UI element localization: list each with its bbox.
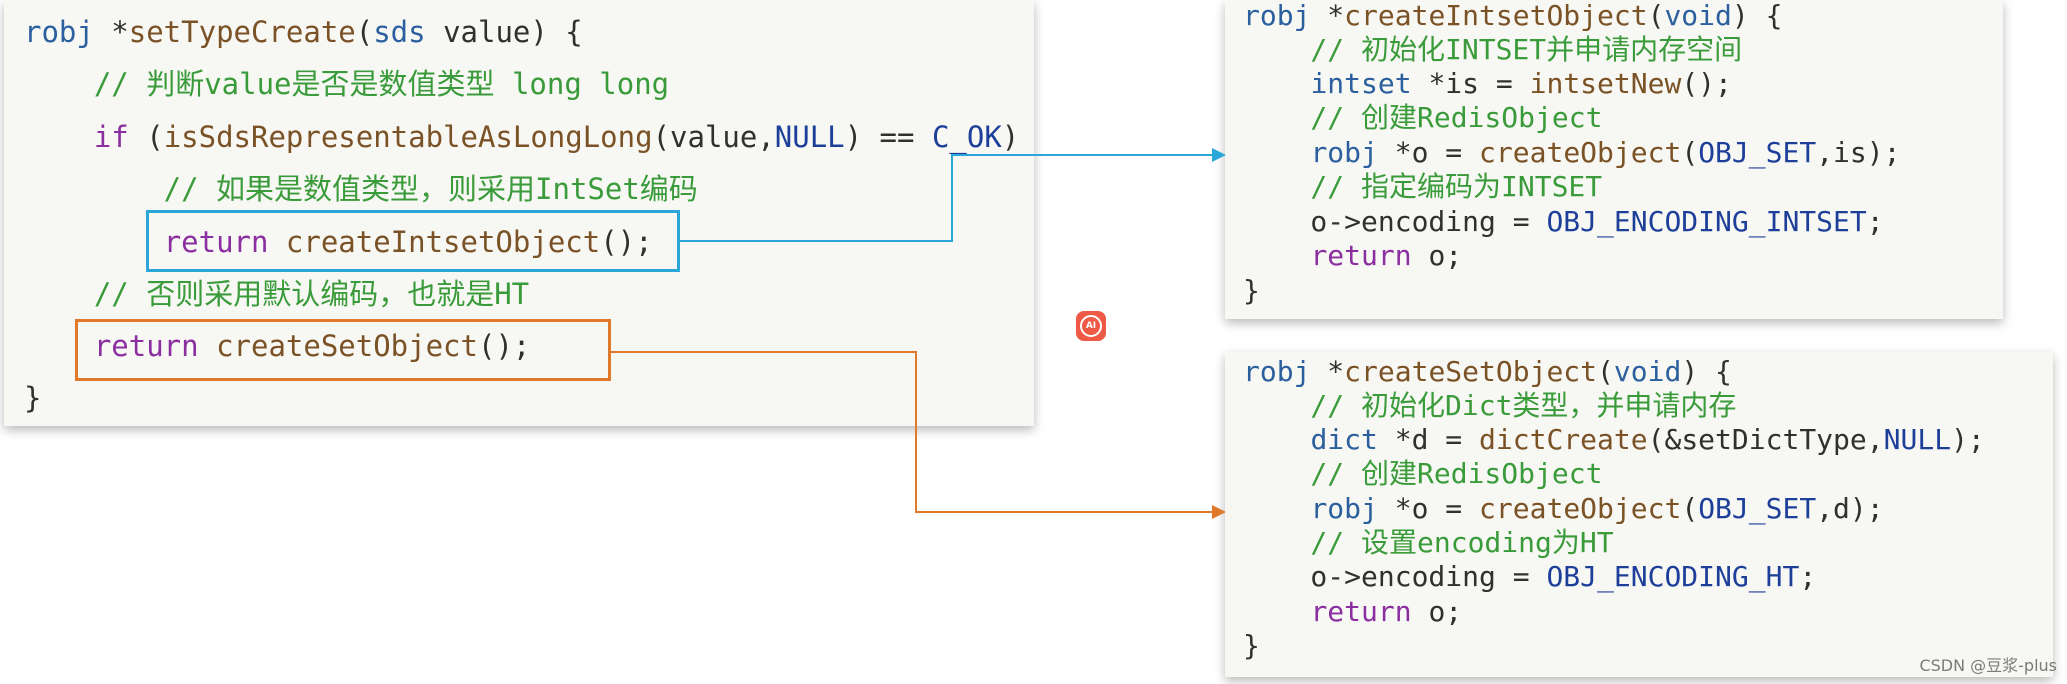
arrow-intset-head bbox=[1212, 148, 1226, 162]
watermark: CSDN @豆浆-plus bbox=[1919, 656, 2057, 675]
ai-assistant-icon[interactable]: AI bbox=[1076, 311, 1106, 341]
connector-arrows bbox=[611, 148, 1226, 519]
arrow-intset-connector bbox=[680, 154, 1214, 242]
arrow-ht-connector bbox=[611, 351, 1214, 513]
arrow-ht-head bbox=[1212, 505, 1226, 519]
